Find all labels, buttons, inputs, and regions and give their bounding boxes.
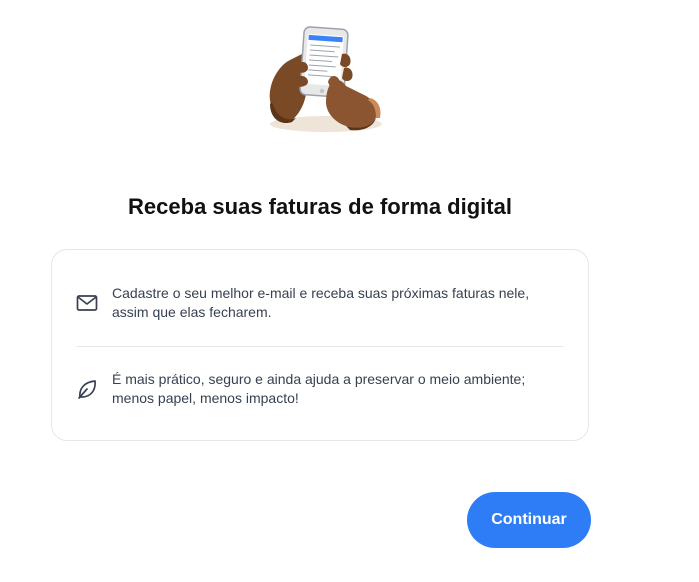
benefit-environment-text: É mais prático, seguro e ainda ajuda a p… [112,370,525,407]
benefit-environment: É mais prático, seguro e ainda ajuda a p… [76,370,564,407]
divider [76,346,564,347]
page-title: Receba suas faturas de forma digital [128,194,512,219]
benefit-email-line1: Cadastre o seu melhor e-mail e receba su… [112,285,530,301]
benefit-environment-line1: É mais prático, seguro e ainda ajuda a p… [112,371,526,387]
mail-icon [76,292,98,314]
leaf-icon [76,378,98,400]
hands-holding-phone-illustration [262,24,384,134]
benefit-email-line2: assim que elas fecharem. [112,303,272,320]
benefits-card: Cadastre o seu melhor e-mail e receba su… [51,249,589,441]
benefit-email: Cadastre o seu melhor e-mail e receba su… [76,284,564,321]
benefit-email-text: Cadastre o seu melhor e-mail e receba su… [112,284,529,321]
continue-button[interactable]: Continuar [467,492,591,548]
benefit-environment-line2: menos papel, menos impacto! [112,389,299,406]
